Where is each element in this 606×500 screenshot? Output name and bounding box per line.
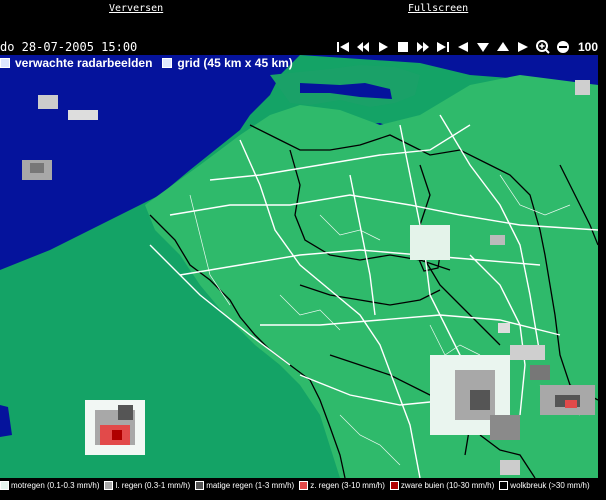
playback-controls: 100 [334, 38, 598, 56]
legend-item: zware buien (10-30 mm/h) [389, 480, 495, 490]
last-frame-icon[interactable] [434, 39, 452, 55]
legend-swatch [104, 480, 114, 490]
legend-swatch [499, 480, 509, 490]
grid-layer-toggle[interactable]: grid (45 km x 45 km) [162, 55, 293, 70]
forecast-checkbox[interactable] [0, 57, 10, 68]
refresh-link[interactable]: Verversen [109, 3, 163, 14]
rain-legend: motregen (0.1-0.3 mm/h) l. regen (0.3-1 m… [0, 478, 606, 492]
play-icon[interactable] [374, 39, 392, 55]
pan-left-icon[interactable] [454, 39, 472, 55]
legend-swatch [195, 480, 205, 490]
zoom-in-icon[interactable] [534, 39, 552, 55]
legend-item: z. regen (3-10 mm/h) [299, 480, 385, 490]
radar-map[interactable]: verwachte radarbeelden grid (45 km x 45 … [0, 55, 598, 478]
grid-checkbox[interactable] [162, 57, 173, 68]
legend-label: matige regen (1-3 mm/h) [206, 480, 295, 490]
forecast-layer-label: verwachte radarbeelden [15, 55, 153, 70]
sea-bottom-left-strip [0, 405, 12, 437]
legend-item: wolkbreuk (>30 mm/h) [499, 480, 590, 490]
legend-swatch [299, 480, 309, 490]
zoom-level: 100 [578, 40, 599, 54]
pan-up-icon[interactable] [494, 39, 512, 55]
legend-label: l. regen (0.3-1 mm/h) [115, 480, 191, 490]
legend-label: z. regen (3-10 mm/h) [310, 480, 385, 490]
legend-label: motregen (0.1-0.3 mm/h) [11, 480, 100, 490]
legend-item: motregen (0.1-0.3 mm/h) [0, 480, 100, 490]
rewind-icon[interactable] [354, 39, 372, 55]
legend-label: wolkbreuk (>30 mm/h) [510, 480, 590, 490]
grid-layer-label: grid (45 km x 45 km) [177, 55, 293, 70]
legend-item: l. regen (0.3-1 mm/h) [104, 480, 191, 490]
legend-item: matige regen (1-3 mm/h) [195, 480, 295, 490]
legend-swatch [389, 480, 399, 490]
radar-timestamp: do 28-07-2005 15:00 [0, 40, 138, 54]
zoom-out-icon[interactable] [554, 39, 572, 55]
fast-forward-icon[interactable] [414, 39, 432, 55]
stop-icon[interactable] [394, 39, 412, 55]
map-canvas [0, 55, 598, 478]
first-frame-icon[interactable] [334, 39, 352, 55]
pan-right-icon[interactable] [514, 39, 532, 55]
forecast-layer-toggle[interactable]: verwachte radarbeelden [0, 56, 152, 70]
fullscreen-link[interactable]: Fullscreen [408, 3, 468, 14]
pan-down-icon[interactable] [474, 39, 492, 55]
legend-label: zware buien (10-30 mm/h) [400, 480, 495, 490]
legend-swatch [0, 480, 9, 490]
layer-toggles: verwachte radarbeelden grid (45 km x 45 … [0, 55, 303, 70]
